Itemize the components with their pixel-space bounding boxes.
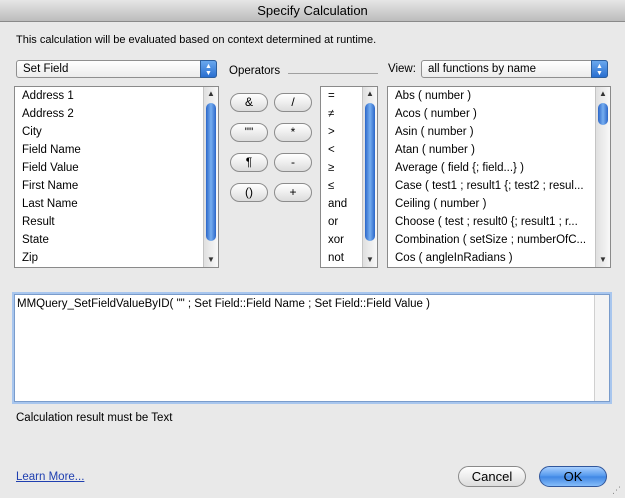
field-item[interactable]: City xyxy=(15,123,218,141)
view-label: View: xyxy=(388,63,416,75)
field-item[interactable]: Field Value xyxy=(15,159,218,177)
operator-button-multiply[interactable]: * xyxy=(274,123,312,142)
scroll-thumb[interactable] xyxy=(206,103,216,241)
functions-scrollbar[interactable]: ▲ ▼ xyxy=(595,87,610,267)
scroll-down-icon[interactable]: ▼ xyxy=(596,253,610,267)
table-popup[interactable]: Set Field ▲ ▼ xyxy=(16,60,217,78)
function-item[interactable]: Average ( field {; field...} ) xyxy=(388,159,610,177)
scroll-down-icon[interactable]: ▼ xyxy=(204,253,218,267)
calculation-editor[interactable]: MMQuery_SetFieldValueByID( "" ; Set Fiel… xyxy=(14,294,610,402)
view-popup-value: all functions by name xyxy=(428,63,537,75)
function-item[interactable]: Case ( test1 ; result1 {; test2 ; resul.… xyxy=(388,177,610,195)
cancel-button[interactable]: Cancel xyxy=(458,466,526,487)
scroll-thumb[interactable] xyxy=(598,103,608,125)
function-item[interactable]: Abs ( number ) xyxy=(388,87,610,105)
comparison-operators-list[interactable]: = ≠ > < ≥ ≤ and or xor not ▲ ▼ xyxy=(320,86,378,268)
scroll-up-icon[interactable]: ▲ xyxy=(204,87,218,101)
popup-arrows-icon: ▲ ▼ xyxy=(591,60,608,78)
ok-button[interactable]: OK xyxy=(539,466,607,487)
operator-button-parentheses[interactable]: () xyxy=(230,183,268,202)
operator-button-minus[interactable]: - xyxy=(274,153,312,172)
popup-arrows-icon: ▲ ▼ xyxy=(200,60,217,78)
field-item[interactable]: Last Name xyxy=(15,195,218,213)
table-popup-value: Set Field xyxy=(23,63,69,75)
result-type-text: Calculation result must be Text xyxy=(16,412,173,424)
field-item[interactable]: Address 2 xyxy=(15,105,218,123)
function-item[interactable]: Acos ( number ) xyxy=(388,105,610,123)
scroll-up-icon[interactable]: ▲ xyxy=(596,87,610,101)
function-item[interactable]: Atan ( number ) xyxy=(388,141,610,159)
function-item[interactable]: Combination ( setSize ; numberOfC... xyxy=(388,231,610,249)
calculation-scrollbar[interactable] xyxy=(594,295,609,401)
scroll-up-icon[interactable]: ▲ xyxy=(363,87,377,101)
context-description: This calculation will be evaluated based… xyxy=(16,34,377,46)
operator-button-quotes[interactable]: "" xyxy=(230,123,268,142)
operators-scrollbar[interactable]: ▲ ▼ xyxy=(362,87,377,267)
functions-list[interactable]: Abs ( number ) Acos ( number ) Asin ( nu… xyxy=(387,86,611,268)
function-item[interactable]: Asin ( number ) xyxy=(388,123,610,141)
field-item[interactable]: First Name xyxy=(15,177,218,195)
operator-button-pilcrow[interactable]: ¶ xyxy=(230,153,268,172)
operators-divider xyxy=(288,73,378,74)
function-item[interactable]: Choose ( test ; result0 {; result1 ; r..… xyxy=(388,213,610,231)
field-item[interactable]: Result xyxy=(15,213,218,231)
field-item[interactable]: State xyxy=(15,231,218,249)
operator-button-ampersand[interactable]: & xyxy=(230,93,268,112)
scroll-down-icon[interactable]: ▼ xyxy=(363,253,377,267)
operator-button-divide[interactable]: / xyxy=(274,93,312,112)
fields-scrollbar[interactable]: ▲ ▼ xyxy=(203,87,218,267)
operators-label: Operators xyxy=(229,65,281,77)
field-item[interactable]: Zip xyxy=(15,249,218,267)
window-title: Specify Calculation xyxy=(0,0,625,22)
calculation-text[interactable]: MMQuery_SetFieldValueByID( "" ; Set Fiel… xyxy=(17,298,430,310)
function-item[interactable]: Cos ( angleInRadians ) xyxy=(388,249,610,267)
specify-calculation-dialog: Specify Calculation This calculation wil… xyxy=(0,0,625,498)
operator-button-plus[interactable]: + xyxy=(274,183,312,202)
scroll-thumb[interactable] xyxy=(365,103,375,241)
field-item[interactable]: Field Name xyxy=(15,141,218,159)
view-popup[interactable]: all functions by name ▲ ▼ xyxy=(421,60,608,78)
function-item[interactable]: Ceiling ( number ) xyxy=(388,195,610,213)
fields-list[interactable]: Address 1 Address 2 City Field Name Fiel… xyxy=(14,86,219,268)
learn-more-link[interactable]: Learn More... xyxy=(16,471,84,483)
field-item[interactable]: Address 1 xyxy=(15,87,218,105)
resize-grip-icon[interactable]: ⋰ xyxy=(612,485,622,495)
